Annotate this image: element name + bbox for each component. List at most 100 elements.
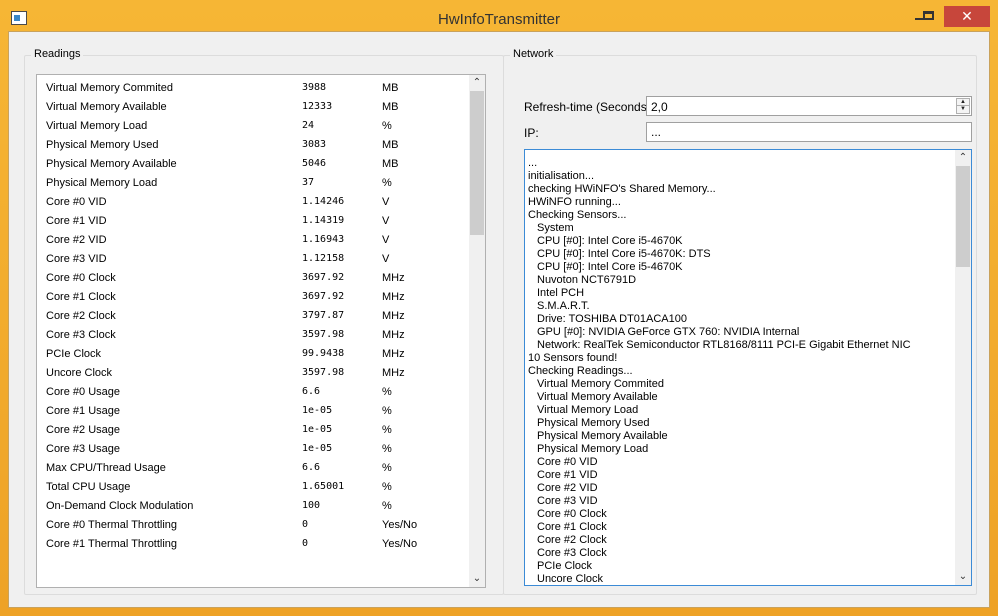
reading-row[interactable]: Uncore Clock 3597.98 MHz xyxy=(37,360,470,379)
reading-name: Core #1 Thermal Throttling xyxy=(46,538,178,550)
log-line: Virtual Memory Commited xyxy=(537,378,664,390)
reading-row[interactable]: Virtual Memory Available 12333 MB xyxy=(37,94,470,113)
spin-up-icon[interactable]: ▲ xyxy=(957,99,969,106)
log-line: CPU [#0]: Intel Core i5-4670K: DTS xyxy=(537,248,711,260)
window-title: HwInfoTransmitter xyxy=(438,11,560,28)
log-scrollbar[interactable]: ⌃ ⌄ xyxy=(955,150,971,585)
log-line: Checking Sensors... xyxy=(528,209,627,221)
scroll-up-icon[interactable]: ⌃ xyxy=(955,150,971,166)
scroll-down-icon[interactable]: ⌄ xyxy=(469,571,485,587)
reading-row[interactable]: Core #3 Usage 1e-05% xyxy=(37,436,470,455)
log-line: 10 Sensors found! xyxy=(528,352,618,364)
reading-row[interactable]: Core #0 VID 1.14246 V xyxy=(37,189,470,208)
log-line: CPU [#0]: Intel Core i5-4670K xyxy=(537,235,683,247)
close-button[interactable]: ✕ xyxy=(944,6,990,27)
reading-name: Max CPU/Thread Usage xyxy=(46,462,166,474)
reading-unit: % xyxy=(382,405,392,417)
reading-unit: % xyxy=(382,386,392,398)
log-line: Virtual Memory Available xyxy=(537,391,658,403)
log-line: S.M.A.R.T. xyxy=(537,300,590,312)
reading-row[interactable]: Physical Memory Load 37% xyxy=(37,170,470,189)
reading-row[interactable]: PCIe Clock 99.9438 MHz xyxy=(37,341,470,360)
reading-unit: MHz xyxy=(382,367,405,379)
reading-row[interactable]: Virtual Memory Load 24% xyxy=(37,113,470,132)
scroll-up-icon[interactable]: ⌃ xyxy=(469,75,485,91)
reading-row[interactable]: Core #1 VID 1.14319 V xyxy=(37,208,470,227)
reading-unit: MB xyxy=(382,158,399,170)
spin-buttons: ▲ ▼ xyxy=(956,98,970,114)
reading-name: Virtual Memory Available xyxy=(46,101,167,113)
reading-value: 0 xyxy=(302,519,309,530)
reading-row[interactable]: Core #1 Thermal Throttling 0 Yes/No xyxy=(37,531,470,550)
reading-name: Core #2 Clock xyxy=(46,310,116,322)
ip-input[interactable]: ... xyxy=(646,122,972,142)
reading-row[interactable]: Core #0 Thermal Throttling 0 Yes/No xyxy=(37,512,470,531)
reading-value: 1.65001 xyxy=(302,481,345,492)
reading-unit: MHz xyxy=(382,348,405,360)
reading-row[interactable]: Core #2 VID 1.16943 V xyxy=(37,227,470,246)
reading-unit: MHz xyxy=(382,291,405,303)
reading-name: Core #3 Clock xyxy=(46,329,116,341)
readings-list-box[interactable]: Virtual Memory Commited 3988 MB Virtual Mem… xyxy=(36,74,486,588)
reading-value: 99.9438 xyxy=(302,348,345,359)
reading-value: 3988 xyxy=(302,82,327,93)
reading-name: Uncore Clock xyxy=(46,367,113,379)
reading-unit: MB xyxy=(382,139,399,151)
log-line: Network: RealTek Semiconductor RTL8168/8… xyxy=(537,339,911,351)
reading-row[interactable]: Core #0 Clock 3697.92 MHz xyxy=(37,265,470,284)
reading-row[interactable]: Core #0 Usage 6.6% xyxy=(37,379,470,398)
reading-value: 24 xyxy=(302,120,315,131)
reading-row[interactable]: Core #2 Clock 3797.87 MHz xyxy=(37,303,470,322)
reading-unit: MB xyxy=(382,82,399,94)
reading-row[interactable]: Core #1 Usage 1e-05% xyxy=(37,398,470,417)
reading-row[interactable]: Core #3 Clock 3597.98 MHz xyxy=(37,322,470,341)
reading-row[interactable]: Virtual Memory Commited 3988 MB xyxy=(37,75,470,94)
reading-unit: MHz xyxy=(382,310,405,322)
readings-scrollbar[interactable]: ⌃ ⌄ xyxy=(469,75,485,587)
reading-row[interactable]: Total CPU Usage 1.65001% xyxy=(37,474,470,493)
log-lines: ... initialisation... checking HWiNFO's Sh… xyxy=(528,157,953,585)
reading-unit: Yes/No xyxy=(382,538,418,550)
scroll-down-icon[interactable]: ⌄ xyxy=(955,569,971,585)
reading-value: 3597.98 xyxy=(302,329,345,340)
log-line: Physical Memory Available xyxy=(537,430,668,442)
reading-name: Physical Memory Load xyxy=(46,177,158,189)
reading-row[interactable]: Physical Memory Available 5046 MB xyxy=(37,151,470,170)
refresh-time-spinbox[interactable]: 2,0 ▲ ▼ xyxy=(646,96,972,116)
readings-group: Readings Virtual Memory Commited 3988 MB Vi… xyxy=(24,48,504,595)
reading-unit: % xyxy=(382,177,392,189)
reading-name: Physical Memory Available xyxy=(46,158,177,170)
reading-value: 6.6 xyxy=(302,386,321,397)
reading-row[interactable]: Core #2 Usage 1e-05% xyxy=(37,417,470,436)
log-line: Physical Memory Load xyxy=(537,443,649,455)
log-line: System xyxy=(537,222,574,234)
reading-unit: MB xyxy=(382,101,399,113)
reading-row[interactable]: Core #3 VID 1.12158 V xyxy=(37,246,470,265)
log-line: Intel PCH xyxy=(537,287,585,299)
reading-row[interactable]: On-Demand Clock Modulation 100% xyxy=(37,493,470,512)
reading-row[interactable]: Max CPU/Thread Usage 6.6% xyxy=(37,455,470,474)
log-line: Checking Readings... xyxy=(528,365,633,377)
reading-value: 3597.98 xyxy=(302,367,345,378)
reading-row[interactable]: Physical Memory Used 3083 MB xyxy=(37,132,470,151)
reading-name: Core #3 VID xyxy=(46,253,107,265)
reading-unit: V xyxy=(382,253,390,265)
spin-down-icon[interactable]: ▼ xyxy=(957,106,969,113)
maximize-button[interactable] xyxy=(916,6,940,28)
reading-name: Core #0 Clock xyxy=(46,272,116,284)
log-line: Uncore Clock xyxy=(537,573,604,585)
reading-row[interactable]: Core #1 Clock 3697.92 MHz xyxy=(37,284,470,303)
reading-name: Core #0 Thermal Throttling xyxy=(46,519,178,531)
reading-name: Physical Memory Used xyxy=(46,139,159,151)
reading-unit: % xyxy=(382,424,392,436)
log-scroll-thumb[interactable] xyxy=(956,166,970,267)
log-line: Core #1 VID xyxy=(537,469,598,481)
reading-name: Core #1 VID xyxy=(46,215,107,227)
reading-unit: V xyxy=(382,196,390,208)
readings-scroll-thumb[interactable] xyxy=(470,91,484,235)
log-output[interactable]: ... initialisation... checking HWiNFO's Sh… xyxy=(524,149,972,586)
log-line: Core #2 VID xyxy=(537,482,598,494)
log-line: PCIe Clock xyxy=(537,560,593,572)
log-line: Core #0 Clock xyxy=(537,508,607,520)
reading-unit: MHz xyxy=(382,272,405,284)
